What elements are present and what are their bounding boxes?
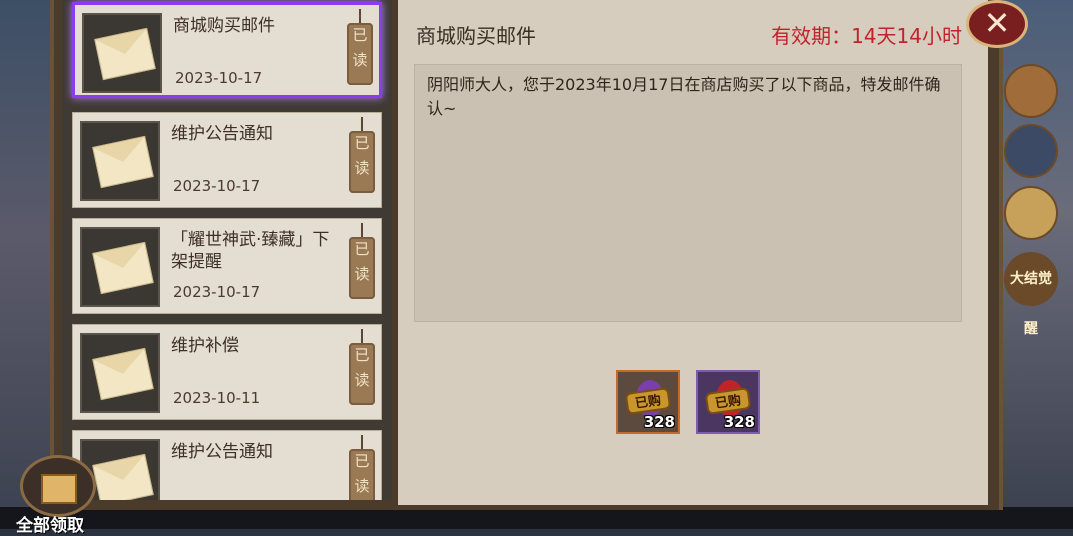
read-status-tag: 已读 (349, 329, 375, 405)
validity-text: 有效期：14天14小时 (771, 24, 962, 48)
mail-item[interactable]: 维护公告通知 2023-10-17 已读 (72, 112, 382, 208)
mail-body: 阴阳师大人，您于2023年10月17日在商店购买了以下商品，特发邮件确认~ (414, 64, 962, 322)
claim-all-button[interactable]: 全部领取 (16, 455, 106, 536)
attachment-item[interactable]: 已购 328 (616, 370, 680, 434)
mail-item[interactable]: 维护公告通知 已读 (72, 430, 382, 500)
mail-item[interactable]: 维护补偿 2023-10-11 已读 (72, 324, 382, 420)
mail-title: 维护补偿 (171, 336, 239, 356)
attachment-quantity: 328 (723, 413, 755, 431)
read-status-tag: 已读 (349, 223, 375, 299)
attachment-item[interactable]: 已购 328 (696, 370, 760, 434)
purchased-stamp: 已购 (624, 387, 672, 415)
lantern-icon[interactable] (1004, 186, 1058, 240)
mirror-icon[interactable] (1004, 124, 1058, 178)
gift-box-icon (20, 455, 96, 517)
read-status-tag: 已读 (349, 435, 375, 500)
mail-date: 2023-10-11 (173, 389, 261, 407)
mail-list[interactable]: 商城购买邮件 2023-10-17 已读 维护公告通知 2023-10-17 已… (62, 0, 392, 500)
attachment-quantity: 328 (643, 413, 675, 431)
close-icon[interactable]: ✕ (966, 0, 1028, 48)
read-status-tag: 已读 (349, 117, 375, 193)
mail-title: 「耀世神武·臻藏」下架提醒 (171, 230, 330, 272)
scroll-icon[interactable] (1004, 64, 1058, 118)
mail-detail-panel: 商城购买邮件 有效期：14天14小时 阴阳师大人，您于2023年10月17日在商… (398, 0, 988, 505)
envelope-icon (80, 333, 160, 413)
bottom-bar (0, 507, 1073, 529)
mail-item[interactable]: 商城购买邮件 2023-10-17 已读 (72, 2, 382, 98)
mail-title: 维护公告通知 (171, 442, 273, 462)
claim-all-label: 全部领取 (16, 516, 84, 536)
read-status-tag: 已读 (347, 9, 373, 85)
envelope-icon (80, 121, 160, 201)
mail-title: 商城购买邮件 (173, 16, 275, 36)
mail-date: 2023-10-17 (175, 69, 263, 87)
envelope-icon (80, 227, 160, 307)
mail-date: 2023-10-17 (173, 283, 261, 301)
mail-title: 维护公告通知 (171, 124, 273, 144)
mail-item[interactable]: 「耀世神武·臻藏」下架提醒 2023-10-17 已读 (72, 218, 382, 314)
envelope-icon (82, 13, 162, 93)
purchased-stamp: 已购 (704, 387, 752, 415)
mail-date: 2023-10-17 (173, 177, 261, 195)
awakening-banner-icon[interactable]: 大结觉醒 (1004, 252, 1058, 337)
detail-title: 商城购买邮件 (416, 24, 536, 48)
